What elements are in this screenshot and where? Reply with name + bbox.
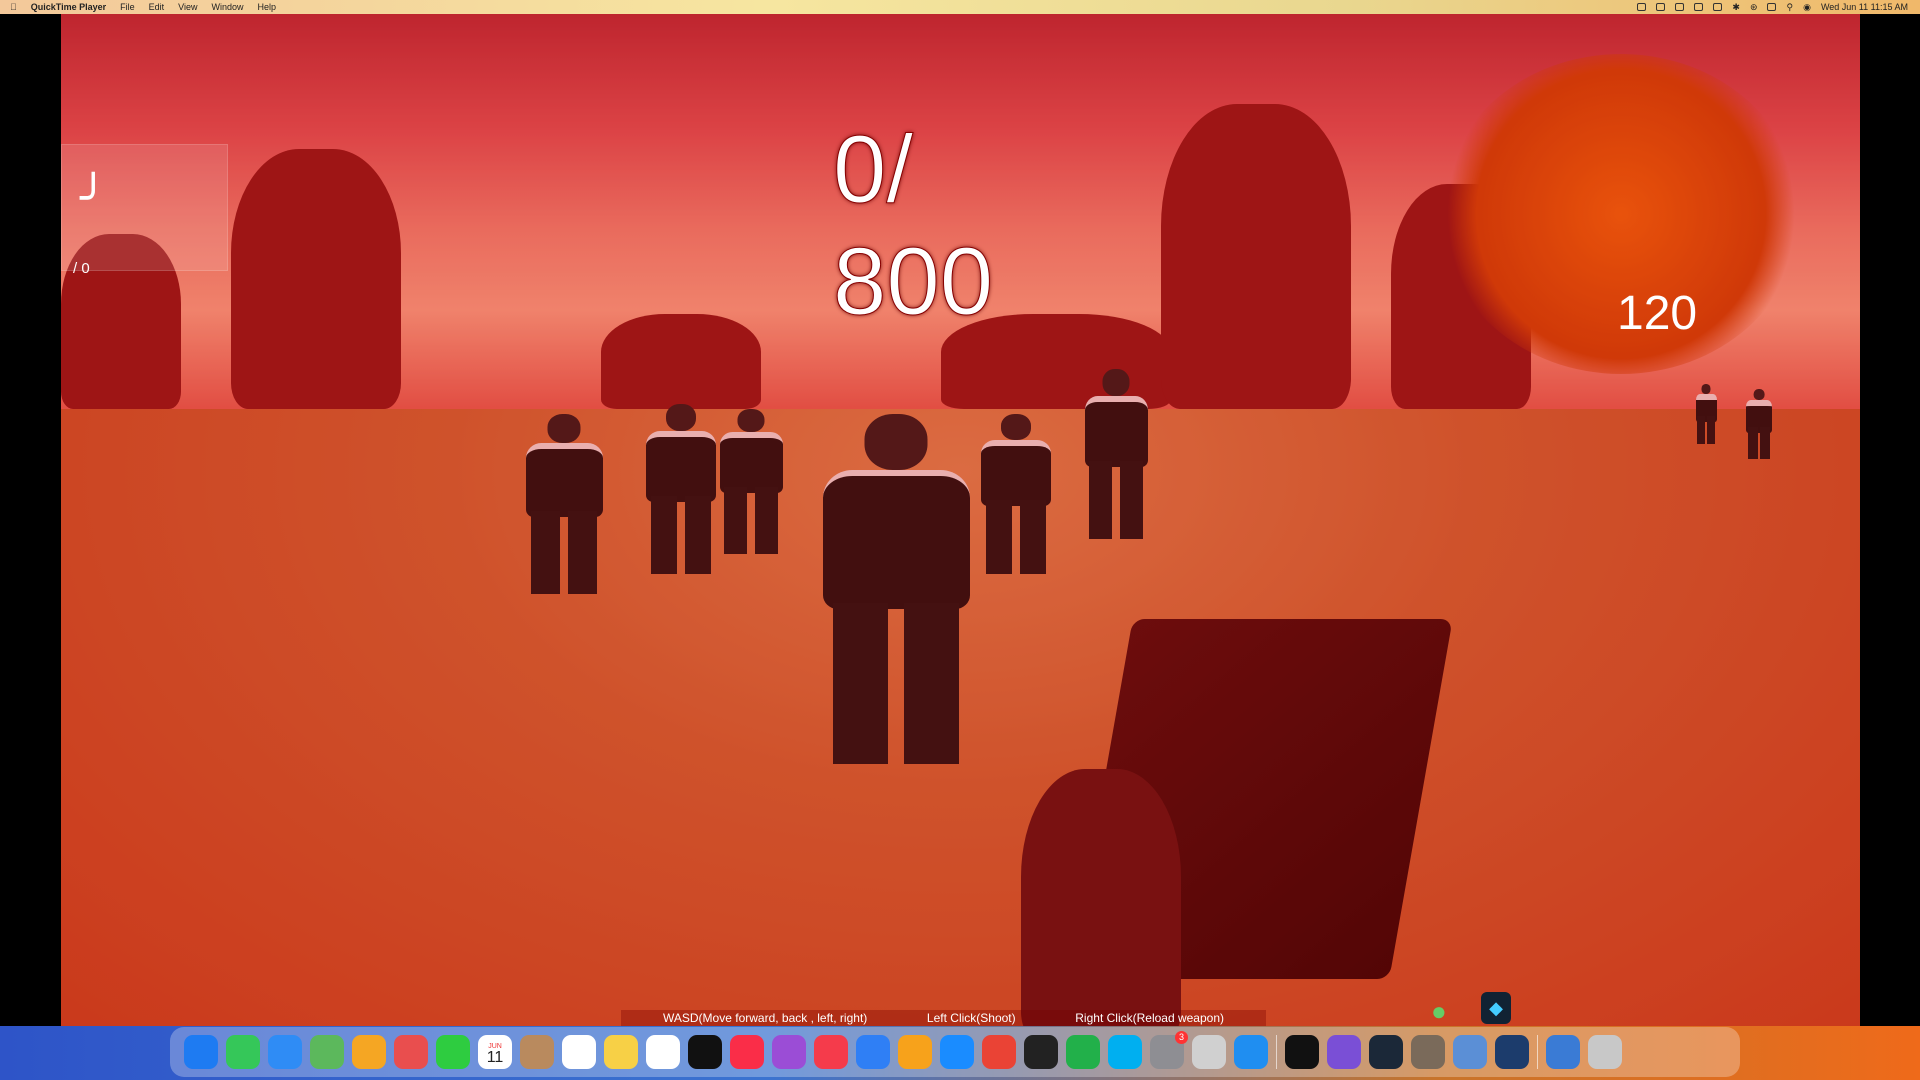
- dock-quicktime-icon[interactable]: [1495, 1035, 1529, 1069]
- menu-bar:  QuickTime Player File Edit View Window…: [0, 0, 1920, 14]
- calendar-day: 11: [486, 1049, 504, 1066]
- control-center-icon[interactable]: [1767, 3, 1777, 11]
- search-icon[interactable]: ⚲: [1786, 2, 1793, 13]
- dock-system-settings-icon[interactable]: 3: [1150, 1031, 1188, 1069]
- dock-trash-icon[interactable]: [1588, 1035, 1622, 1069]
- wifi-icon[interactable]: ⊛: [1750, 2, 1758, 13]
- controls-hint: WASD(Move forward, back , left, right) L…: [621, 1010, 1266, 1026]
- dock-help-icon[interactable]: [1192, 1035, 1226, 1069]
- dock-numbers-icon[interactable]: [1066, 1035, 1100, 1069]
- battery-icon[interactable]: [1713, 3, 1723, 11]
- status-icon-2[interactable]: [1656, 3, 1666, 11]
- dock-maps-icon[interactable]: [310, 1035, 344, 1069]
- status-icon-1[interactable]: [1637, 3, 1647, 11]
- smg-icon: ╯: [80, 174, 107, 223]
- game-viewport[interactable]: ╯ / 0 0/ 800 120 WASD(Move forward, back…: [61, 14, 1860, 1026]
- dock-downloads-icon[interactable]: [1546, 1035, 1580, 1069]
- controls-move: WASD(Move forward, back , left, right): [663, 1011, 868, 1025]
- ammo-counter: / 0: [73, 260, 90, 277]
- dock-skype-icon[interactable]: [1108, 1035, 1142, 1069]
- dock-chrome-icon[interactable]: [982, 1035, 1016, 1069]
- dock-separator: [1537, 1035, 1538, 1069]
- unity-icon: ◆: [1481, 992, 1511, 1024]
- dock-app-store-icon[interactable]: [940, 1035, 974, 1069]
- menu-help[interactable]: Help: [258, 2, 277, 12]
- kill-counter: 0/ 800: [833, 114, 1093, 338]
- dock-podcasts-icon[interactable]: [772, 1035, 806, 1069]
- apple-menu-icon[interactable]: : [10, 2, 17, 12]
- dock-safari-icon[interactable]: [1234, 1035, 1268, 1069]
- letterbox-right: [1860, 14, 1920, 1027]
- siri-icon[interactable]: ◉: [1803, 2, 1811, 13]
- dock-calendar-icon[interactable]: JUN 11: [478, 1035, 512, 1069]
- dock-reminders-icon[interactable]: [562, 1035, 596, 1069]
- status-icon-3[interactable]: [1675, 3, 1685, 11]
- dock-contacts-icon[interactable]: [520, 1035, 554, 1069]
- dock-launchpad-icon[interactable]: [394, 1035, 428, 1069]
- controls-reload: Right Click(Reload weapon): [1075, 1011, 1224, 1025]
- dock-news-icon[interactable]: [814, 1035, 848, 1069]
- dock-notes-icon[interactable]: [604, 1035, 638, 1069]
- dock-finder-icon[interactable]: [184, 1035, 218, 1069]
- menu-edit[interactable]: Edit: [149, 2, 165, 12]
- dock-preview-icon[interactable]: [1453, 1035, 1487, 1069]
- dock-unity-icon[interactable]: [1024, 1035, 1058, 1069]
- dock-separator: [1276, 1035, 1277, 1069]
- letterbox-left: [0, 14, 61, 1027]
- menu-clock[interactable]: Wed Jun 11 11:15 AM: [1821, 2, 1908, 12]
- controls-shoot: Left Click(Shoot): [926, 1011, 1016, 1025]
- kill-count-target: 800: [833, 228, 994, 336]
- dock: JUN 11 3: [170, 1027, 1740, 1077]
- dock-mail-icon[interactable]: [268, 1035, 302, 1069]
- dock-steam-icon[interactable]: [1369, 1035, 1403, 1069]
- bluetooth-icon[interactable]: ✱: [1732, 2, 1740, 13]
- dock-keynote-icon[interactable]: [856, 1035, 890, 1069]
- dock-music-icon[interactable]: [730, 1035, 764, 1069]
- menu-app-name[interactable]: QuickTime Player: [31, 2, 106, 12]
- dock-pages-icon[interactable]: [898, 1035, 932, 1069]
- dock-terminal-icon[interactable]: [1285, 1035, 1319, 1069]
- dock-messages-icon[interactable]: [226, 1035, 260, 1069]
- dock-apple-tv-icon[interactable]: [688, 1035, 722, 1069]
- android-icon: ●: [1431, 996, 1447, 1026]
- dock-visual-studio-icon[interactable]: [1327, 1035, 1361, 1069]
- dock-facetime-icon[interactable]: [436, 1035, 470, 1069]
- health-value: 120: [1617, 287, 1698, 340]
- dock-gimp-icon[interactable]: [1411, 1035, 1445, 1069]
- kill-count-current: 0/: [833, 116, 914, 224]
- status-icon-4[interactable]: [1694, 3, 1704, 11]
- weapon-slot: ╯: [61, 144, 228, 271]
- dock-freeform-icon[interactable]: [646, 1035, 680, 1069]
- notification-badge: 3: [1175, 1031, 1188, 1044]
- menu-view[interactable]: View: [178, 2, 197, 12]
- menu-window[interactable]: Window: [212, 2, 244, 12]
- dock-photos-icon[interactable]: [352, 1035, 386, 1069]
- menu-file[interactable]: File: [120, 2, 135, 12]
